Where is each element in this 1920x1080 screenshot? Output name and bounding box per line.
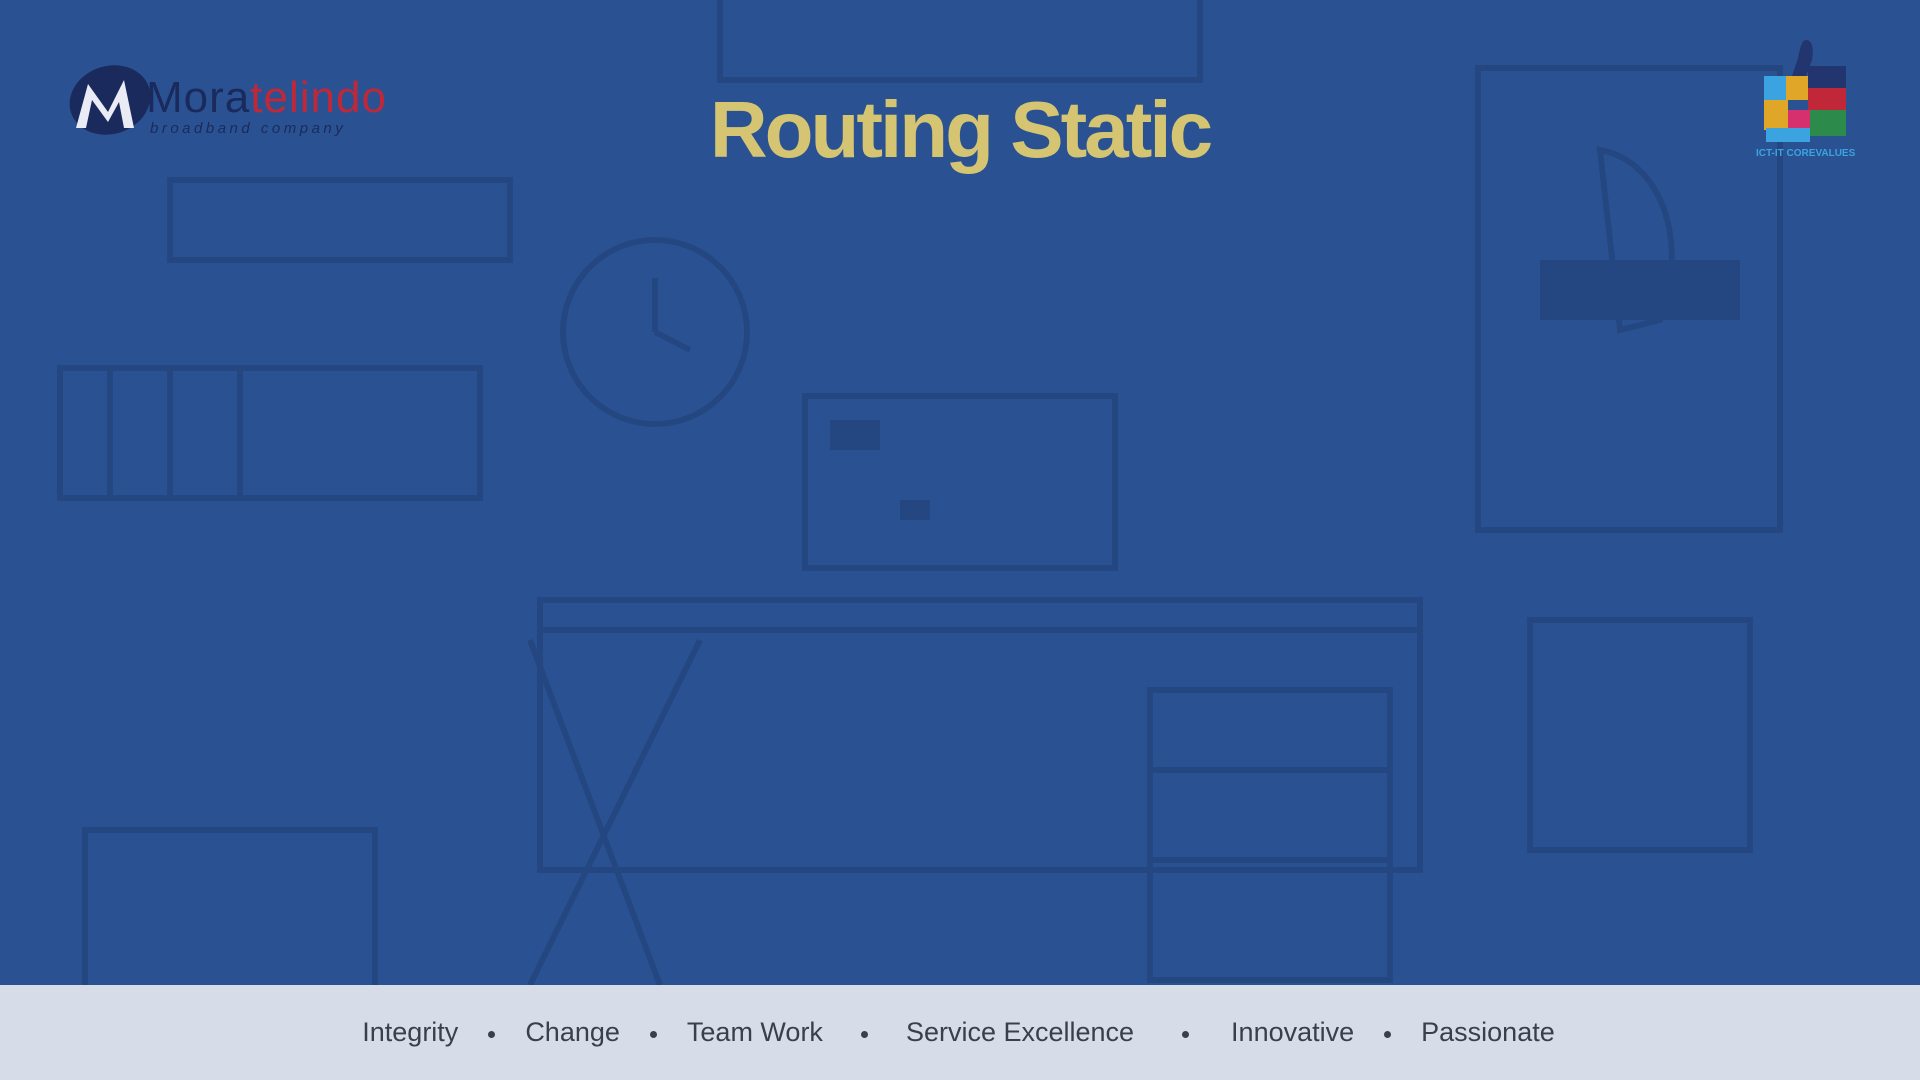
core-value-innovative: Innovative: [1231, 1017, 1355, 1047]
core-value-passionate: Passionate: [1421, 1017, 1555, 1047]
core-value-service-excellence: Service Excellence: [905, 1017, 1135, 1047]
corevalues-logo: ICT-IT COREVALUES: [1756, 36, 1856, 166]
core-value-team-work: Team Work: [686, 1017, 823, 1047]
bullet-separator: [860, 1031, 868, 1038]
core-value-change: Change: [525, 1017, 620, 1047]
corevalues-logo-label: ICT-IT COREVALUES: [1756, 148, 1856, 159]
core-values-bar: Integrity Change Team Work Service Excel…: [0, 985, 1920, 1080]
bullet-separator: [1384, 1031, 1392, 1038]
bullet-separator: [649, 1031, 657, 1038]
slide: Moratelindo broadband company Routing St…: [0, 0, 1920, 1080]
bullet-separator: [488, 1031, 496, 1038]
thumbs-up-puzzle-icon: [1764, 40, 1846, 142]
slide-title: Routing Static: [709, 85, 1213, 174]
core-values-list: Integrity Change Team Work Service Excel…: [362, 1017, 1554, 1048]
bullet-separator: [1182, 1031, 1190, 1038]
core-value-integrity: Integrity: [362, 1017, 459, 1047]
